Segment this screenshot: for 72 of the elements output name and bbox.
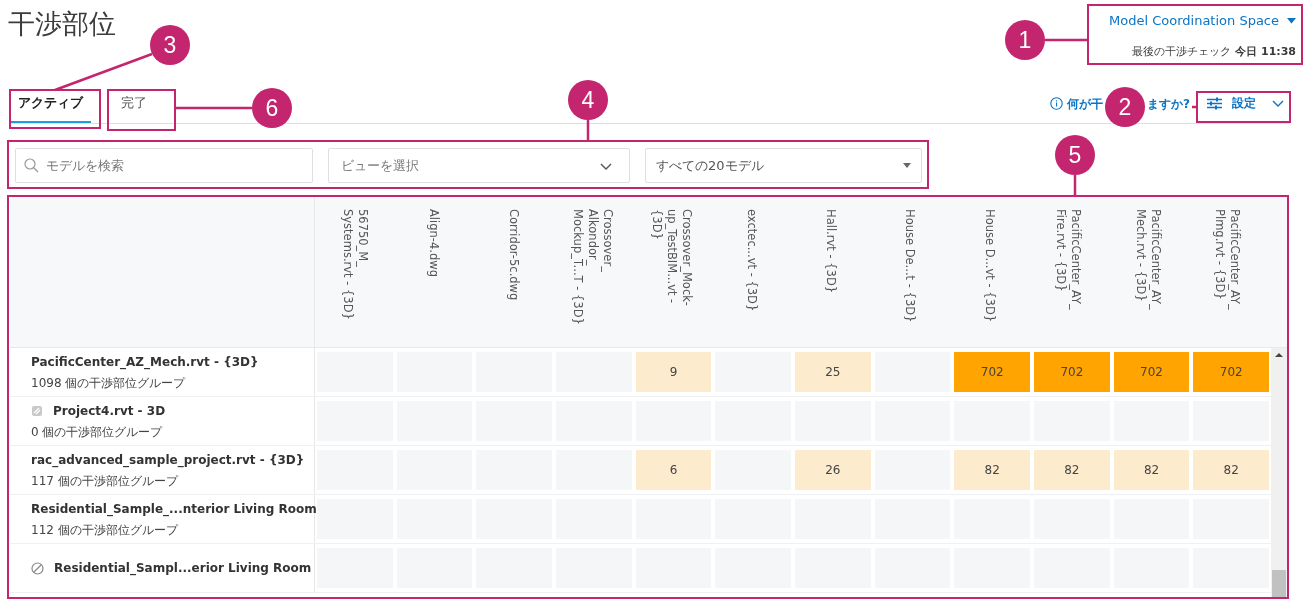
column-header: Corridor-5c.dwg [505, 209, 521, 301]
caret-icon [903, 163, 911, 168]
leader-line [1073, 175, 1077, 196]
last-check-label: 最後の干渉チェック [1132, 43, 1232, 60]
model-name: Project4.rvt - 3D [53, 402, 166, 420]
search-icon [24, 158, 39, 173]
model-name: rac_advanced_sample_project.rvt - {3D} [31, 451, 305, 469]
clash-cell[interactable]: 702 [954, 352, 1031, 392]
help-link[interactable]: ますか? [1147, 94, 1190, 113]
search-field[interactable]: モデルを検索 [15, 148, 313, 183]
model-row-header[interactable]: rac_advanced_sample_project.rvt - {3D} 117 個の干渉部位グループ [10, 446, 315, 494]
clash-group-count: 112 個の干渉部位グループ [31, 521, 180, 539]
clash-cell[interactable]: 702 [1193, 352, 1270, 392]
column-header: PacificCenter_AY_ Mech.rvt - {3D} [1132, 209, 1163, 310]
clash-cell[interactable]: 82 [1113, 450, 1190, 490]
clash-group-count: 1098 個の干渉部位グループ [31, 374, 187, 392]
column-header: 56750_M_ Systems.rvt - {3D} [339, 209, 370, 320]
settings-button[interactable]: 設定 [1197, 88, 1290, 118]
clash-group-count: 0 個の干渉部位グループ [31, 423, 164, 441]
column-header: House De...t - {3D} [902, 209, 918, 323]
clash-cell[interactable]: 26 [795, 450, 871, 490]
tab[interactable]: 完了 [105, 84, 163, 123]
model-row-header[interactable]: PacificCenter_AZ_Mech.rvt - {3D} 1098 個の干渉部位グループ [10, 348, 315, 396]
callout-number: 1 [1005, 20, 1045, 60]
info-icon [1050, 97, 1064, 110]
clash-cell[interactable]: 702 [1113, 352, 1190, 392]
clash-cell[interactable]: 82 [1193, 450, 1270, 490]
view-select[interactable]: ビューを選択 [328, 148, 630, 183]
tab[interactable]: アクティブ [10, 84, 91, 123]
blocked-icon [31, 561, 44, 575]
space-dropdown[interactable]: Model Coordination Space [1109, 11, 1296, 31]
chevron-down-icon [600, 163, 612, 170]
callout-number: 5 [1055, 135, 1095, 175]
page-title: 干渉部位 [8, 10, 116, 37]
column-header: PacificCenter_AY_ Fire.rvt - {3D} [1053, 209, 1084, 310]
column-header: Crossover_Mock- up_TestBIM...vt - {3D} [649, 209, 695, 306]
clash-group-count: 117 個の干渉部位グループ [31, 472, 180, 490]
help-link[interactable]: 何が干 [1067, 94, 1104, 113]
last-check-time: 今日 11:38 [1235, 43, 1296, 60]
callout-number: 4 [568, 80, 608, 120]
model-row-header[interactable]: Residential_Sample_...nterior Living Room 112 個の干渉部位グループ [10, 495, 315, 543]
chevron-down-icon [1272, 99, 1284, 107]
column-header: Crossover_ Alkondor_ Mockup_T...T - {3D} [570, 209, 616, 325]
clash-cell[interactable]: 82 [1034, 450, 1110, 490]
caret-icon [1287, 17, 1296, 24]
column-header: Align-4.dwg [426, 209, 442, 277]
clash-cell[interactable]: 25 [795, 352, 871, 392]
clash-cell[interactable]: 9 [635, 352, 712, 392]
column-header: Hall.rvt - {3D} [822, 209, 838, 294]
model-name: PacificCenter_AZ_Mech.rvt - {3D} [31, 353, 259, 371]
clash-cell[interactable]: 82 [954, 450, 1031, 490]
sliders-icon [1207, 96, 1222, 110]
leader-line [1045, 38, 1088, 42]
model-name: Residential_Sample_...nterior Living Room [31, 500, 317, 518]
callout-frame [107, 89, 176, 131]
model-name: Residential_Sampl...erior Living Room [54, 560, 312, 577]
column-header: PacificCenter_AY_ Plmg.rvt - {3D} [1211, 209, 1242, 310]
callout-number: 6 [252, 88, 292, 128]
callout-number: 2 [1105, 87, 1145, 127]
leader-line [586, 120, 590, 141]
callout-number: 3 [150, 25, 190, 65]
scrollbar-thumb[interactable] [1272, 570, 1286, 597]
clash-cell[interactable]: 6 [635, 450, 712, 490]
column-header: House D...vt - {3D} [981, 209, 997, 323]
clash-cell[interactable]: 702 [1034, 352, 1110, 392]
leader-line [1192, 105, 1197, 109]
models-select[interactable]: すべての20モデル [645, 148, 922, 183]
scrollbar[interactable] [1271, 348, 1287, 597]
model-row-header[interactable]: Residential_Sampl...erior Living Room [10, 544, 315, 592]
model-icon [31, 404, 43, 417]
column-header: exctec...vt - {3D} [743, 209, 759, 312]
model-row-header[interactable]: Project4.rvt - 3D 0 個の干渉部位グループ [10, 397, 315, 445]
